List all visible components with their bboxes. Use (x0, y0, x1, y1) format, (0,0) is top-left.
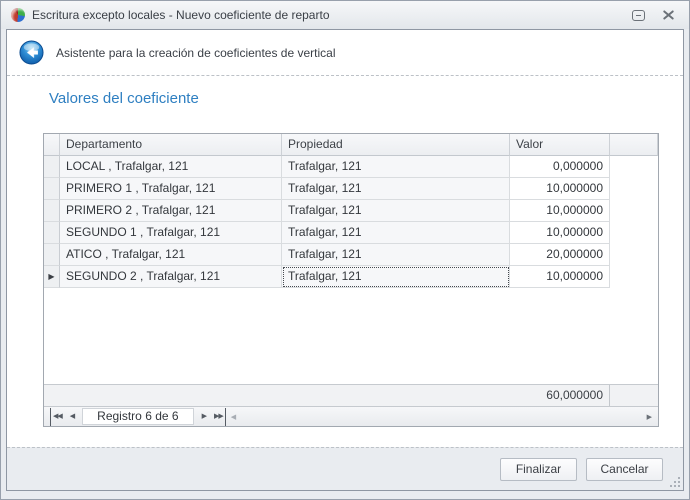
coefficients-grid: Departamento Propiedad Valor ▶ LOCAL , T… (43, 133, 659, 427)
table-row[interactable]: ▶ SEGUNDO 1 , Trafalgar, 121 Trafalgar, … (44, 222, 658, 244)
cell-departamento[interactable]: PRIMERO 1 , Trafalgar, 121 (60, 178, 282, 200)
client-area: Asistente para la creación de coeficient… (6, 29, 684, 491)
close-icon (662, 10, 675, 21)
cell-departamento[interactable]: SEGUNDO 1 , Trafalgar, 121 (60, 222, 282, 244)
dialog-window: Escritura excepto locales - Nuevo coefic… (0, 0, 690, 500)
maximize-icon (632, 10, 645, 21)
cell-propiedad[interactable]: Trafalgar, 121 (282, 244, 510, 266)
resize-grip[interactable] (670, 477, 680, 487)
button-bar: Finalizar Cancelar (7, 447, 683, 490)
cell-valor[interactable]: 0,000000 (510, 156, 610, 178)
table-row[interactable]: ▶ LOCAL , Trafalgar, 121 Trafalgar, 121 … (44, 156, 658, 178)
cell-departamento[interactable]: PRIMERO 2 , Trafalgar, 121 (60, 200, 282, 222)
row-indicator-cell: ▶ (44, 266, 60, 288)
record-navigator: ◀◀ ◀ Registro 6 de 6 ▶ ▶▶ ◀ ▶ (44, 406, 658, 426)
table-row[interactable]: ▶ PRIMERO 1 , Trafalgar, 121 Trafalgar, … (44, 178, 658, 200)
column-header-valor[interactable]: Valor (510, 134, 610, 156)
cell-propiedad[interactable]: Trafalgar, 121 (282, 178, 510, 200)
nav-last-button[interactable]: ▶▶ (210, 408, 226, 426)
cell-departamento[interactable]: ATICO , Trafalgar, 121 (60, 244, 282, 266)
column-header-departamento[interactable]: Departamento (60, 134, 282, 156)
cell-departamento[interactable]: SEGUNDO 2 , Trafalgar, 121 (60, 266, 282, 288)
row-indicator-cell: ▶ (44, 156, 60, 178)
summary-row: 60,000000 (44, 384, 658, 406)
back-button[interactable] (19, 40, 44, 65)
record-count-label: Registro 6 de 6 (82, 408, 193, 425)
header-indicator-cell (44, 134, 60, 156)
cell-propiedad[interactable]: Trafalgar, 121 (282, 222, 510, 244)
close-button[interactable] (657, 6, 679, 24)
table-row[interactable]: ▶ PRIMERO 2 , Trafalgar, 121 Trafalgar, … (44, 200, 658, 222)
column-header-empty (610, 134, 658, 156)
row-indicator-cell: ▶ (44, 222, 60, 244)
cell-propiedad[interactable]: Trafalgar, 121 (282, 156, 510, 178)
nav-prev-button[interactable]: ◀ (66, 408, 78, 426)
cell-valor[interactable]: 10,000000 (510, 266, 610, 288)
cell-propiedad[interactable]: Trafalgar, 121 (282, 200, 510, 222)
wizard-header: Asistente para la creación de coeficient… (7, 30, 683, 76)
table-row[interactable]: ▶ SEGUNDO 2 , Trafalgar, 121 Trafalgar, … (44, 266, 658, 288)
cell-valor[interactable]: 20,000000 (510, 244, 610, 266)
row-indicator-cell: ▶ (44, 200, 60, 222)
window-title: Escritura excepto locales - Nuevo coefic… (32, 8, 619, 22)
cell-departamento[interactable]: LOCAL , Trafalgar, 121 (60, 156, 282, 178)
summary-total: 60,000000 (510, 385, 610, 406)
cell-valor[interactable]: 10,000000 (510, 200, 610, 222)
row-indicator-cell: ▶ (44, 178, 60, 200)
section-title: Valores del coeficiente (49, 90, 199, 107)
column-header-propiedad[interactable]: Propiedad (282, 134, 510, 156)
finalizar-button[interactable]: Finalizar (500, 458, 577, 481)
cell-propiedad[interactable]: Trafalgar, 121 (282, 266, 510, 288)
hscroll-left-arrow-icon[interactable]: ◀ (226, 413, 241, 421)
selected-row-arrow-icon: ▶ (48, 273, 54, 281)
nav-next-button[interactable]: ▶ (198, 408, 210, 426)
row-indicator-cell: ▶ (44, 244, 60, 266)
app-pie-icon (11, 8, 25, 22)
nav-first-button[interactable]: ◀◀ (50, 408, 66, 426)
grid-rows: ▶ LOCAL , Trafalgar, 121 Trafalgar, 121 … (44, 156, 658, 288)
cell-valor[interactable]: 10,000000 (510, 222, 610, 244)
cancelar-button[interactable]: Cancelar (586, 458, 663, 481)
grid-header-row: Departamento Propiedad Valor (44, 134, 658, 156)
maximize-button[interactable] (627, 6, 649, 24)
cell-valor[interactable]: 10,000000 (510, 178, 610, 200)
hscroll-right-arrow-icon[interactable]: ▶ (644, 413, 655, 421)
table-row[interactable]: ▶ ATICO , Trafalgar, 121 Trafalgar, 121 … (44, 244, 658, 266)
title-bar: Escritura excepto locales - Nuevo coefic… (1, 1, 689, 29)
wizard-title: Asistente para la creación de coeficient… (56, 46, 336, 60)
grid-empty-area (44, 288, 658, 384)
